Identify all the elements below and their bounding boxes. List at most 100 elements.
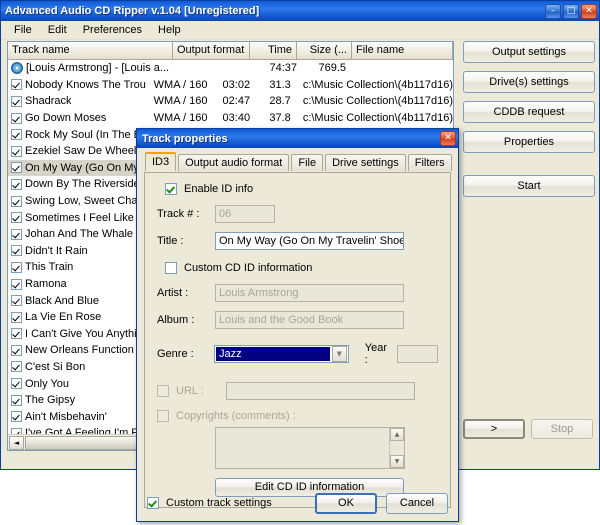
cell-track-name: [Louis Armstrong] - [Louis a... — [8, 62, 173, 75]
table-row[interactable]: [Louis Armstrong] - [Louis a... 74:37 769.… — [8, 60, 453, 77]
track-properties-dialog: Track properties ✕ ID3 Output audio form… — [136, 128, 459, 522]
track-checkbox[interactable] — [11, 361, 22, 373]
track-checkbox[interactable] — [11, 344, 22, 356]
track-name-label: Ain't Misbehavin' — [25, 410, 107, 423]
genre-selected-value: Jazz — [216, 347, 330, 361]
track-checkbox[interactable] — [11, 129, 22, 141]
track-name-label: Nobody Knows The Trouble ... — [25, 78, 146, 91]
column-header-track-name[interactable]: Track name — [8, 42, 173, 59]
track-checkbox[interactable] — [11, 112, 22, 124]
title-row: Title : On My Way (Go On My Travelin' Sh… — [157, 232, 438, 250]
genre-year-row: Genre : Jazz ▼ Year : — [157, 342, 438, 366]
enable-id-info-row[interactable]: Enable ID info — [165, 183, 438, 195]
custom-track-settings-label: Custom track settings — [166, 497, 272, 509]
tab-drive-settings[interactable]: Drive settings — [325, 154, 406, 171]
custom-track-settings-checkbox[interactable] — [147, 497, 159, 509]
cd-disc-icon — [11, 62, 23, 75]
track-checkbox[interactable] — [11, 411, 22, 423]
enable-id-info-label: Enable ID info — [184, 183, 254, 195]
track-name-label: Ramona — [25, 278, 67, 291]
ok-button[interactable]: OK — [315, 492, 377, 514]
url-label: URL : — [176, 385, 204, 397]
cell-size: 37.8 — [269, 112, 291, 125]
track-name-label: Johan And The Whale — [25, 228, 134, 241]
cell-time: 74:37 — [269, 62, 297, 75]
close-icon[interactable]: ✕ — [581, 3, 597, 19]
custom-cd-id-row[interactable]: Custom CD ID information — [165, 262, 438, 274]
stop-button: Stop — [531, 419, 593, 439]
track-name-label: Shadrack — [25, 95, 72, 108]
track-name-label: Black And Blue — [25, 294, 99, 307]
start-button[interactable]: Start — [463, 175, 595, 197]
track-checkbox[interactable] — [11, 245, 22, 257]
memo-scroll-down-icon: ▼ — [390, 455, 404, 468]
enable-id-info-checkbox[interactable] — [165, 183, 177, 195]
cddb-request-button[interactable]: CDDB request — [463, 101, 595, 123]
cell-output-format: WMA / 160 — [153, 112, 208, 125]
track-number-label: Track # : — [157, 208, 200, 220]
scroll-left-icon[interactable]: ◄ — [9, 435, 24, 450]
column-header-time[interactable]: Time — [250, 42, 297, 59]
track-name-label: Go Down Moses — [25, 112, 107, 125]
menu-item-preferences[interactable]: Preferences — [76, 23, 149, 37]
track-checkbox[interactable] — [11, 394, 22, 406]
memo-scroll-up-icon: ▲ — [390, 428, 404, 441]
track-checkbox[interactable] — [11, 328, 22, 340]
track-checkbox[interactable] — [11, 195, 22, 207]
track-name-label: Didn't It Rain — [25, 244, 88, 257]
year-field — [396, 345, 438, 363]
cancel-button[interactable]: Cancel — [386, 492, 448, 514]
side-button-column: Output settings Drive(s) settings CDDB r… — [463, 41, 595, 205]
tab-id3[interactable]: ID3 — [145, 152, 177, 171]
properties-button[interactable]: Properties — [463, 131, 595, 153]
cell-track-name: Rock My Soul (In The Bosom — [8, 129, 146, 141]
menu-item-edit[interactable]: Edit — [41, 23, 74, 37]
url-row: URL : — [157, 382, 438, 400]
track-number-field: 06 — [215, 205, 275, 223]
table-row[interactable]: Nobody Knows The Trouble ... WMA / 160 03:… — [8, 77, 453, 94]
tab-output-audio-format[interactable]: Output audio format — [178, 154, 290, 171]
menu-item-file[interactable]: File — [7, 23, 39, 37]
track-checkbox[interactable] — [11, 378, 22, 390]
column-header-size[interactable]: Size (... — [297, 42, 352, 59]
cell-file-name: c:\Music Collection\(4b117d16) — [302, 95, 453, 108]
column-header-output-format[interactable]: Output format — [173, 42, 250, 59]
dialog-title-bar: Track properties ✕ — [137, 129, 458, 148]
track-checkbox[interactable] — [11, 145, 22, 157]
minimize-icon[interactable]: – — [545, 3, 561, 19]
album-label: Album : — [157, 314, 195, 326]
column-header-file-name[interactable]: File name — [352, 42, 453, 59]
track-checkbox[interactable] — [11, 212, 22, 224]
cell-size: 769.5 — [318, 62, 346, 75]
track-checkbox[interactable] — [11, 295, 22, 307]
track-name-label: I Can't Give You Anything — [25, 327, 149, 340]
track-checkbox[interactable] — [11, 95, 22, 107]
dialog-close-icon[interactable]: ✕ — [440, 131, 456, 146]
tab-file[interactable]: File — [291, 154, 324, 171]
memo-scrollbar: ▲ ▼ — [389, 428, 404, 468]
track-checkbox[interactable] — [11, 311, 22, 323]
dialog-tab-strip: ID3 Output audio format File Drive setti… — [137, 148, 458, 172]
track-checkbox[interactable] — [11, 278, 22, 290]
custom-cd-id-checkbox[interactable] — [165, 262, 177, 274]
genre-dropdown[interactable]: Jazz ▼ — [214, 345, 349, 363]
table-row[interactable]: Go Down Moses WMA / 160 03:40 37.8 c:\Music … — [8, 110, 453, 127]
drives-settings-button[interactable]: Drive(s) settings — [463, 71, 595, 93]
next-button[interactable]: > — [463, 419, 525, 439]
menu-item-help[interactable]: Help — [151, 23, 188, 37]
track-name-label: Down By The Riverside — [25, 178, 140, 191]
tab-filters[interactable]: Filters — [407, 154, 452, 171]
output-settings-button[interactable]: Output settings — [463, 41, 595, 63]
track-checkbox[interactable] — [11, 178, 22, 190]
track-checkbox[interactable] — [11, 261, 22, 273]
chevron-down-icon[interactable]: ▼ — [331, 346, 347, 362]
track-checkbox[interactable] — [11, 228, 22, 240]
maximize-icon[interactable]: □ — [563, 3, 579, 19]
album-field: Louis and the Good Book — [215, 311, 404, 329]
genre-label: Genre : — [157, 348, 194, 360]
track-checkbox[interactable] — [11, 162, 22, 174]
cell-track-name: Nobody Knows The Trouble ... — [8, 79, 146, 91]
table-row[interactable]: Shadrack WMA / 160 02:47 28.7 c:\Music Colle… — [8, 93, 453, 110]
title-input[interactable]: On My Way (Go On My Travelin' Shoes) — [215, 232, 404, 250]
track-checkbox[interactable] — [11, 79, 22, 91]
